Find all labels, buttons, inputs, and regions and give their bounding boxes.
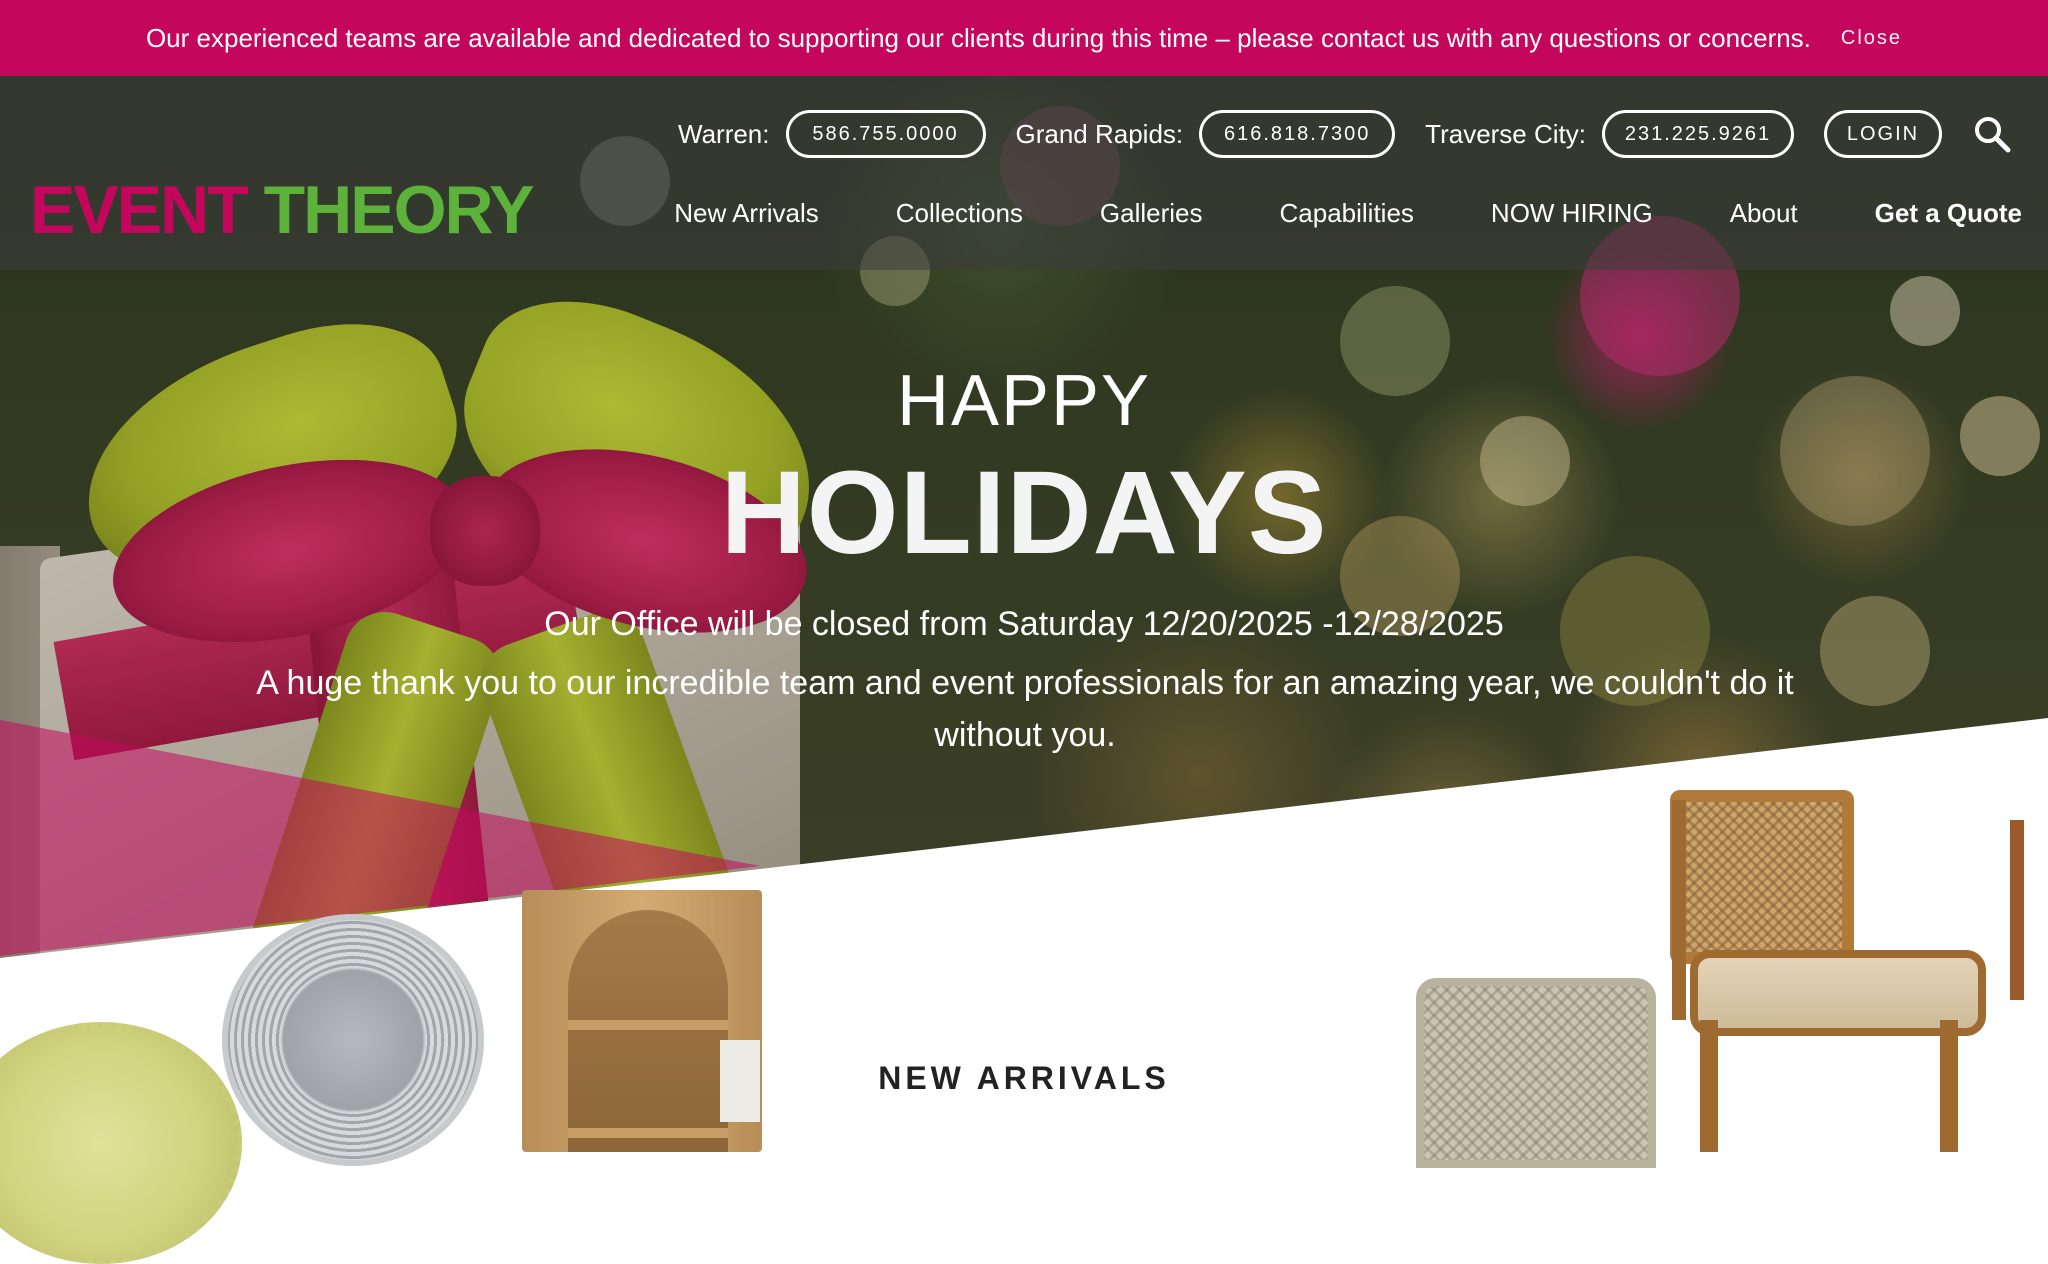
nav-about[interactable]: About (1730, 198, 1798, 229)
phone-button-grand-rapids[interactable]: 616.818.7300 (1199, 110, 1396, 158)
nav-new-arrivals[interactable]: New Arrivals (674, 198, 818, 229)
login-button[interactable]: LOGIN (1824, 110, 1942, 158)
logo-word-event: EVENT (30, 172, 249, 248)
announcement-text: Our experienced teams are available and … (145, 22, 1811, 53)
nav-now-hiring[interactable]: NOW HIRING (1491, 198, 1653, 229)
phone-button-traverse-city[interactable]: 231.225.9261 (1602, 110, 1794, 158)
hero-holidays-text: HOLIDAYS (720, 447, 1328, 579)
site-header: EVENT THEORY Warren: 586.755.0000 Grand … (0, 76, 2048, 270)
new-arrivals-heading: NEW ARRIVALS (878, 1060, 1170, 1096)
office-closed-notice: Our Office will be closed from Saturday … (544, 605, 1504, 643)
nav-capabilities[interactable]: Capabilities (1280, 198, 1414, 229)
announcement-close-button[interactable]: Close (1841, 27, 1902, 50)
hero-happy-text: HAPPY (896, 361, 1152, 441)
event-theory-logo[interactable]: EVENT THEORY (30, 176, 534, 244)
location-label-traverse-city: Traverse City: (1425, 118, 1586, 149)
contact-row: Warren: 586.755.0000 Grand Rapids: 616.8… (678, 106, 2012, 162)
nav-get-a-quote[interactable]: Get a Quote (1875, 198, 2022, 229)
search-icon[interactable] (1972, 114, 2012, 154)
phone-button-warren[interactable]: 586.755.0000 (785, 110, 986, 158)
location-label-warren: Warren: (678, 118, 770, 149)
nav-collections[interactable]: Collections (896, 198, 1023, 229)
main-nav: New Arrivals Collections Galleries Capab… (597, 198, 2022, 229)
thank-you-message: A huge thank you to our incredible team … (256, 664, 1794, 754)
nav-galleries[interactable]: Galleries (1100, 198, 1203, 229)
announcement-bar: Our experienced teams are available and … (0, 0, 2048, 76)
location-label-grand-rapids: Grand Rapids: (1015, 118, 1184, 149)
logo-word-theory: THEORY (263, 172, 535, 248)
